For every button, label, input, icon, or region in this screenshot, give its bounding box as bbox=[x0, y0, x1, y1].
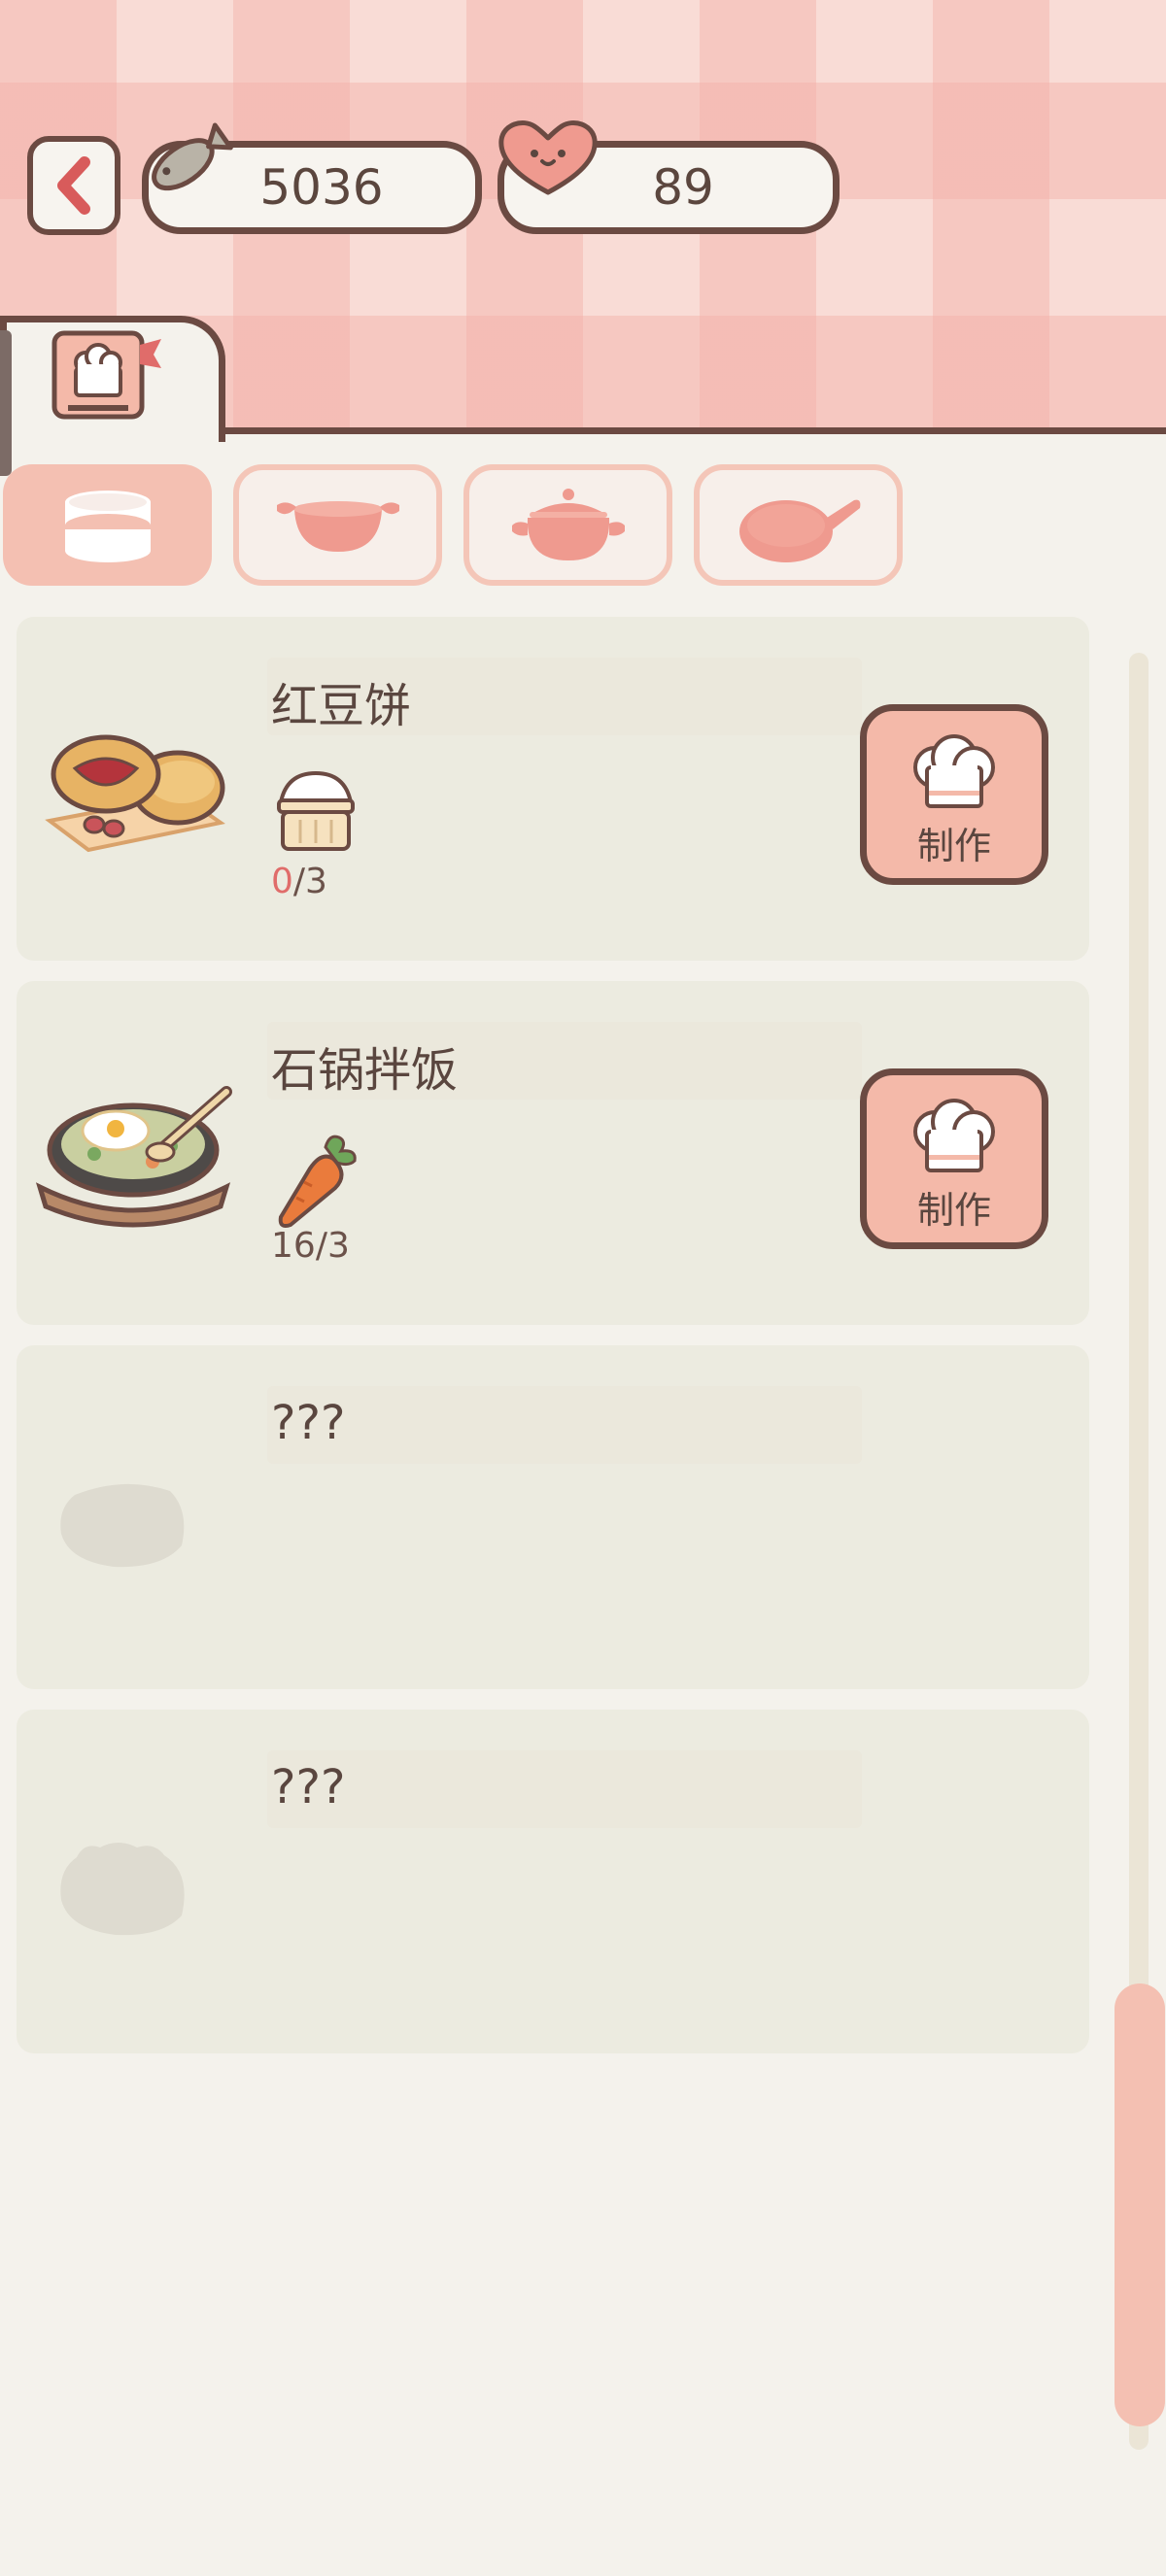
tab-bar-divider bbox=[222, 427, 1166, 434]
fish-count: 5036 bbox=[259, 159, 384, 216]
ingredient-have: 16 bbox=[271, 1226, 316, 1266]
heart-count: 89 bbox=[652, 159, 714, 216]
recipe-card-locked: ??? bbox=[17, 1345, 1089, 1689]
ingredient-need: 3 bbox=[305, 862, 327, 901]
make-button-label: 制作 bbox=[916, 1189, 991, 1232]
ingredient-have: 0 bbox=[271, 862, 293, 901]
recipe-card: 红豆饼 0/3 制作 bbox=[17, 617, 1089, 961]
recipe-name: 石锅拌饭 bbox=[271, 1043, 459, 1098]
category-steamer-button[interactable] bbox=[3, 464, 212, 586]
wok-icon bbox=[276, 500, 399, 552]
carrot-icon bbox=[278, 1135, 357, 1228]
locked-dish-silhouette bbox=[60, 1483, 185, 1568]
locked-dish-silhouette bbox=[60, 1843, 185, 1936]
category-frying-pan-button[interactable] bbox=[694, 464, 903, 586]
chevron-left-icon bbox=[57, 156, 90, 215]
recipe-card: 石锅拌饭 16/3 制作 bbox=[17, 981, 1089, 1325]
make-button[interactable]: 制作 bbox=[860, 1068, 1048, 1249]
recipe-card-locked: ??? bbox=[17, 1710, 1089, 2053]
ingredient-need: 3 bbox=[326, 1226, 350, 1266]
recipe-name: ??? bbox=[271, 1396, 346, 1450]
recipe-book-icon bbox=[51, 330, 161, 420]
recipe-name: ??? bbox=[271, 1760, 346, 1814]
red-bean-cake-icon bbox=[45, 734, 225, 853]
frying-pan-icon bbox=[738, 499, 860, 562]
heart-icon bbox=[498, 120, 598, 195]
fish-icon bbox=[152, 122, 233, 191]
scrollbar-thumb[interactable] bbox=[1115, 1983, 1165, 2426]
make-button-label: 制作 bbox=[916, 825, 991, 867]
bibimbap-icon bbox=[36, 1086, 232, 1228]
chef-hat-icon bbox=[913, 734, 995, 808]
recipe-name: 红豆饼 bbox=[271, 679, 412, 733]
back-button[interactable] bbox=[27, 136, 120, 235]
make-button[interactable]: 制作 bbox=[860, 704, 1048, 885]
tab-side-bar bbox=[0, 330, 12, 476]
ingredient-count: 16/3 bbox=[271, 1226, 350, 1266]
steamed-bun-icon bbox=[277, 770, 355, 851]
ingredient-count: 0/3 bbox=[271, 862, 327, 901]
category-pot-button[interactable] bbox=[463, 464, 672, 586]
category-wok-button[interactable] bbox=[233, 464, 442, 586]
steamer-icon bbox=[64, 490, 151, 562]
pot-icon bbox=[511, 488, 625, 560]
chef-hat-icon bbox=[913, 1099, 995, 1172]
